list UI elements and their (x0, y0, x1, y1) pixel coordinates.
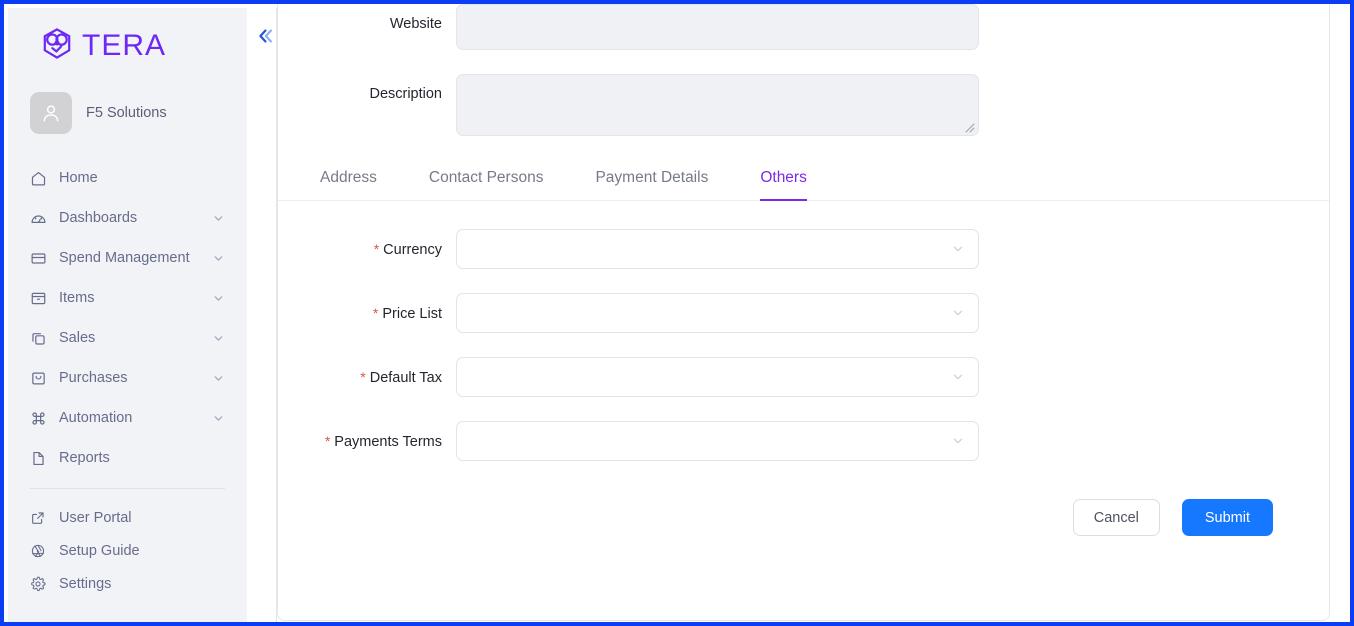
command-key-icon (30, 410, 52, 427)
sidebar-collapse-toggle[interactable] (251, 24, 279, 52)
description-textarea[interactable] (456, 74, 979, 136)
chevron-down-icon (951, 370, 965, 384)
sidebar-item-label: Setup Guide (59, 542, 140, 559)
sidebar-item-items[interactable]: Items (8, 278, 247, 318)
field-row-description: Description (278, 74, 1249, 136)
shopping-bag-icon (30, 370, 52, 387)
currency-select[interactable] (456, 229, 979, 269)
chevron-down-icon (212, 412, 225, 425)
sidebar-item-spend-management[interactable]: Spend Management (8, 238, 247, 278)
chevron-down-icon (212, 332, 225, 345)
field-row-website: Website (278, 4, 1249, 50)
sidebar-item-label: Spend Management (59, 250, 190, 266)
sidebar-item-label: Home (59, 170, 98, 186)
sidebar-item-sales[interactable]: Sales (8, 318, 247, 358)
content-card: Website Description Address Contact Pers… (277, 4, 1330, 621)
submit-button[interactable]: Submit (1181, 499, 1273, 536)
sidebar-item-label: User Portal (59, 509, 132, 526)
home-icon (30, 170, 52, 187)
field-row-currency: * Currency (278, 229, 1329, 269)
sidebar-item-label: Items (59, 290, 95, 306)
sidebar-item-label: Dashboards (59, 210, 138, 226)
default-tax-select[interactable] (456, 357, 979, 397)
user-avatar-icon (30, 92, 72, 134)
chevron-down-icon (951, 434, 965, 448)
chevron-down-icon (212, 212, 225, 225)
others-tab-panel: * Currency * Price List * Default Tax * … (278, 201, 1329, 536)
sidebar-item-setup-guide[interactable]: Setup Guide (8, 534, 247, 567)
brand-name: TERA (82, 29, 167, 62)
chevron-down-icon (951, 306, 965, 320)
chevron-down-icon (212, 372, 225, 385)
required-asterisk: * (373, 240, 380, 257)
aperture-icon (30, 543, 52, 559)
gear-icon (30, 576, 52, 592)
box-archive-icon (30, 290, 52, 307)
sidebar-item-label: Automation (59, 410, 133, 426)
payments-terms-select[interactable] (456, 421, 979, 461)
website-label: Website (389, 16, 442, 32)
field-row-default-tax: * Default Tax (278, 357, 1329, 397)
field-row-price-list: * Price List (278, 293, 1329, 333)
double-chevron-left-icon (254, 25, 276, 52)
form-actions: Cancel Submit (278, 485, 1329, 536)
sidebar-item-label: Sales (59, 330, 96, 346)
description-label: Description (369, 86, 442, 102)
external-link-icon (30, 510, 52, 526)
sidebar-item-purchases[interactable]: Purchases (8, 358, 247, 398)
chevron-down-icon (951, 242, 965, 256)
sidebar-item-reports[interactable]: Reports (8, 438, 247, 478)
tab-others[interactable]: Others (734, 169, 833, 201)
chevron-down-icon (212, 252, 225, 265)
price-list-select[interactable] (456, 293, 979, 333)
tera-hex-logo-icon (40, 27, 74, 66)
sidebar-item-automation[interactable]: Automation (8, 398, 247, 438)
brand-logo[interactable]: TERA (8, 8, 247, 84)
copy-stack-icon (30, 330, 52, 347)
sidebar-item-dashboards[interactable]: Dashboards (8, 198, 247, 238)
credit-card-icon (30, 250, 52, 267)
field-row-payments-terms: * Payments Terms (278, 421, 1329, 461)
resize-grip-icon[interactable] (963, 120, 975, 133)
file-page-icon (30, 450, 52, 467)
required-asterisk: * (360, 368, 366, 385)
sidebar: TERA F5 Solutions Home Dashboards Spend … (8, 8, 247, 622)
default-tax-label: * Default Tax (360, 368, 442, 386)
sidebar-bottom-nav: User Portal Setup Guide Settings (8, 488, 247, 622)
website-input[interactable] (456, 4, 979, 50)
chevron-down-icon (212, 292, 225, 305)
sidebar-item-label: Settings (59, 575, 112, 592)
profile-row[interactable]: F5 Solutions (8, 84, 247, 142)
price-list-label: * Price List (372, 304, 442, 322)
tab-payment-details[interactable]: Payment Details (569, 169, 734, 200)
required-asterisk: * (372, 304, 379, 321)
sidebar-item-label: Purchases (59, 370, 128, 386)
sidebar-item-home[interactable]: Home (8, 158, 247, 198)
cancel-button[interactable]: Cancel (1072, 499, 1160, 536)
sidebar-divider (30, 488, 225, 489)
currency-label: * Currency (373, 240, 442, 258)
sidebar-item-user-portal[interactable]: User Portal (8, 501, 247, 534)
tab-address[interactable]: Address (294, 169, 403, 200)
required-asterisk: * (324, 432, 331, 449)
tab-contact-persons[interactable]: Contact Persons (403, 169, 570, 200)
top-form: Website Description (278, 4, 1329, 136)
payments-terms-label: * Payments Terms (324, 432, 442, 450)
tab-bar: Address Contact Persons Payment Details … (278, 169, 1329, 201)
dashboard-gauge-icon (30, 210, 52, 227)
sidebar-nav: Home Dashboards Spend Management Items S… (8, 142, 247, 488)
sidebar-item-settings[interactable]: Settings (8, 567, 247, 600)
profile-name: F5 Solutions (86, 105, 167, 121)
app-window: TERA F5 Solutions Home Dashboards Spend … (0, 0, 1354, 626)
sidebar-item-label: Reports (59, 450, 110, 466)
